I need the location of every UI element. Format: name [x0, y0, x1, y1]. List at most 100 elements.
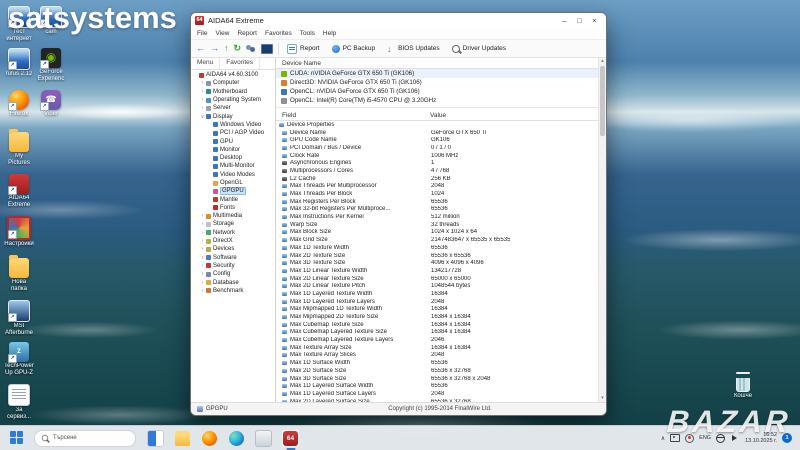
tree-item-video-modes[interactable]: Video Modes — [191, 171, 275, 179]
tree-item-pci-agp-video[interactable]: PCI / AGP Video — [191, 129, 275, 137]
property-row[interactable]: Warp Size 32 threads — [276, 221, 606, 229]
property-row[interactable]: Max Cubemap Texture Size 16384 x 16384 — [276, 321, 606, 329]
collapsed-arrow-icon[interactable] — [200, 255, 205, 261]
scroll-up-arrow-icon[interactable] — [599, 58, 606, 65]
device-row-direct3d[interactable]: Direct3D: NVIDIA GeForce GTX 650 Ti (GK1… — [276, 78, 606, 87]
property-row[interactable]: Device Name GeForce GTX 650 Ti — [276, 129, 606, 137]
collapsed-arrow-icon[interactable] — [200, 221, 205, 227]
recycle-bin[interactable]: Кошче — [728, 372, 758, 400]
taskbar-app-file-explorer[interactable] — [173, 429, 192, 448]
collapsed-arrow-icon[interactable] — [200, 105, 205, 111]
desktop-icon-item[interactable]: За сервиз... — [4, 384, 34, 420]
property-row[interactable]: Max 1D Layered Texture Layers 2048 — [276, 298, 606, 306]
property-row[interactable]: Max 1D Linear Texture Width 134217728 — [276, 267, 606, 275]
driver-updates-button[interactable]: Driver Updates — [449, 44, 509, 54]
desktop-icon-techpowerup-gpu-z[interactable]: TechPowerUp GPU-Z — [4, 342, 34, 376]
tree-item-security[interactable]: Security — [191, 262, 275, 270]
property-row[interactable]: Max Texture Array Slices 2048 — [276, 352, 606, 360]
tree-item-windows-video[interactable]: Windows Video — [191, 121, 275, 129]
title-bar[interactable]: 64 AIDA64 Extreme — [191, 13, 606, 28]
property-row[interactable]: Max 1D Layered Surface Width 65536 — [276, 382, 606, 390]
forward-icon[interactable] — [210, 41, 219, 56]
bios-updates-button[interactable]: BIOS Updates — [384, 44, 443, 54]
desktop-icon-viber[interactable]: Viber — [36, 90, 66, 118]
tree-item-motherboard[interactable]: Motherboard — [191, 88, 275, 96]
property-row[interactable]: Max Cubemap Layered Texture Layers 2046 — [276, 336, 606, 344]
collapsed-arrow-icon[interactable] — [200, 89, 205, 95]
device-row-opencl[interactable]: OpenCL: nVIDIA GeForce GTX 650 Ti (GK106… — [276, 87, 606, 96]
property-row[interactable]: Max 3D Texture Size 4096 x 4096 x 4096 — [276, 259, 606, 267]
tree-item-benchmark[interactable]: Benchmark — [191, 287, 275, 295]
tree-item-monitor[interactable]: Monitor — [191, 146, 275, 154]
tab-favorites[interactable]: Favorites — [220, 58, 260, 69]
value-column-header[interactable]: Value — [428, 112, 446, 119]
property-row[interactable]: Max Mipmapped 2D Texture Size 16384 x 163… — [276, 313, 606, 321]
taskbar-app-firefox[interactable] — [200, 429, 219, 448]
collapsed-arrow-icon[interactable] — [200, 280, 205, 286]
field-column-header[interactable]: Field — [276, 112, 428, 119]
desktop-icon-item[interactable]: Нова папка — [4, 255, 34, 292]
property-row[interactable]: Max 1D Surface Width 65536 — [276, 359, 606, 367]
property-row[interactable]: Max Block Size 1024 x 1024 x 64 — [276, 229, 606, 237]
back-icon[interactable] — [196, 41, 205, 56]
property-row[interactable]: Max Texture Array Size 16384 x 16384 — [276, 344, 606, 352]
tree-item-multimedia[interactable]: Multimedia — [191, 212, 275, 220]
collapsed-arrow-icon[interactable] — [200, 288, 205, 294]
device-name-column-header[interactable]: Device Name — [276, 60, 428, 67]
close-button[interactable] — [587, 14, 602, 27]
refresh-icon[interactable] — [234, 41, 242, 56]
desktop-icon-my-pictures[interactable]: My Pictures — [4, 129, 34, 166]
menu-help[interactable]: Help — [323, 30, 336, 37]
property-row[interactable]: Max 1D Layered Texture Width 16384 — [276, 290, 606, 298]
tree-item-display[interactable]: Display — [191, 112, 275, 120]
tree-item-mantle[interactable]: Mantle — [191, 195, 275, 203]
menu-file[interactable]: File — [197, 30, 207, 37]
tree-item-aida64-v4-60-3100[interactable]: AIDA64 v4.60.3100 — [191, 71, 275, 79]
tree-item-devices[interactable]: Devices — [191, 245, 275, 253]
property-row[interactable]: Max 2D Texture Size 65536 x 65536 — [276, 252, 606, 260]
property-row[interactable]: Max 1D Layered Surface Layers 2048 — [276, 390, 606, 398]
vertical-scrollbar[interactable] — [598, 58, 606, 402]
tree-item-directx[interactable]: DirectX — [191, 237, 275, 245]
taskbar-app-edge[interactable] — [227, 429, 246, 448]
report-button[interactable]: Report — [284, 43, 323, 55]
taskbar-app-task-view[interactable] — [146, 429, 165, 448]
property-row[interactable]: Max Threads Per Multiprocessor 2048 — [276, 183, 606, 191]
start-button[interactable] — [10, 431, 24, 445]
users-icon[interactable] — [246, 44, 256, 54]
collapsed-arrow-icon[interactable] — [200, 238, 205, 244]
collapsed-arrow-icon[interactable] — [200, 80, 205, 86]
tree-item-desktop[interactable]: Desktop — [191, 154, 275, 162]
desktop-icon-firefox[interactable]: Firefox — [4, 90, 34, 118]
tree-item-opengl[interactable]: OpenGL — [191, 179, 275, 187]
menu-view[interactable]: View — [215, 30, 229, 37]
pc-backup-button[interactable]: PC Backup — [329, 44, 379, 54]
property-row[interactable]: Max Instructions Per Kernel 512 million — [276, 213, 606, 221]
collapsed-arrow-icon[interactable] — [200, 271, 205, 277]
property-row[interactable]: Max 2D Linear Texture Size 65000 x 65000 — [276, 275, 606, 283]
property-row[interactable]: L2 Cache 256 KB — [276, 175, 606, 183]
up-icon[interactable] — [224, 41, 229, 56]
property-row[interactable]: Max 32-bit Registers Per Multiproce... 65… — [276, 206, 606, 214]
collapsed-arrow-icon[interactable] — [200, 230, 205, 236]
tree-item-gpgpu[interactable]: GPGPU — [191, 187, 275, 196]
property-row[interactable]: Asynchronous Engines 1 — [276, 159, 606, 167]
tree-item-fonts[interactable]: Fonts — [191, 204, 275, 212]
device-row-opencl[interactable]: OpenCL: Intel(R) Core(TM) i5-4570 CPU @ … — [276, 96, 606, 105]
tree-item-server[interactable]: Server — [191, 104, 275, 112]
menu-report[interactable]: Report — [237, 30, 257, 37]
desktop-icon-geforce-experience[interactable]: GeForce Experience — [36, 48, 66, 82]
maximize-button[interactable] — [572, 14, 587, 27]
collapsed-arrow-icon[interactable] — [200, 263, 205, 269]
property-row[interactable]: Max 2D Linear Texture Pitch 1048544 bytes — [276, 282, 606, 290]
tree-item-database[interactable]: Database — [191, 278, 275, 286]
scroll-down-arrow-icon[interactable] — [599, 395, 606, 402]
collapsed-arrow-icon[interactable] — [200, 97, 205, 103]
desktop-icon-msi-afterburner[interactable]: MSI Afterburner — [4, 300, 34, 336]
tree-item-multi-monitor[interactable]: Multi-Monitor — [191, 162, 275, 170]
scrollbar-thumb[interactable] — [600, 66, 605, 136]
property-row[interactable]: Max Registers Per Block 65536 — [276, 198, 606, 206]
property-row[interactable]: Clock Rate 1006 MHz — [276, 152, 606, 160]
tray-overflow-chevron-icon[interactable] — [661, 435, 665, 442]
property-row[interactable]: Max 1D Texture Width 65536 — [276, 244, 606, 252]
